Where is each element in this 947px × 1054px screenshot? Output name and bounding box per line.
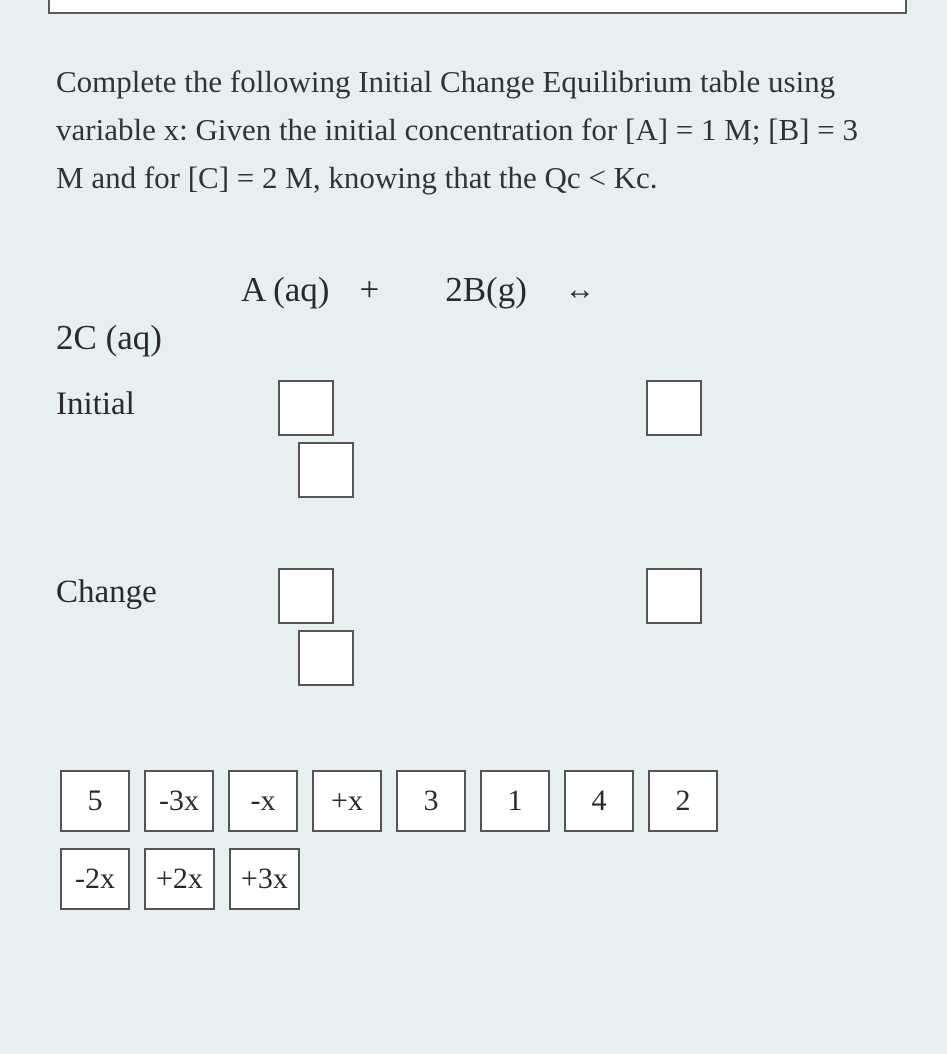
change-row: Change bbox=[56, 568, 891, 708]
equation-row: A (aq) + 2B(g) ↔ 2C (aq) bbox=[56, 270, 891, 358]
bank-item[interactable]: -2x bbox=[60, 848, 130, 910]
drop-slot-initial-b[interactable] bbox=[646, 380, 702, 436]
bank-item[interactable]: +x bbox=[312, 770, 382, 832]
bank-item[interactable]: +2x bbox=[144, 848, 215, 910]
bank-item[interactable]: 2 bbox=[648, 770, 718, 832]
drop-slot-change-b[interactable] bbox=[646, 568, 702, 624]
initial-row: Initial bbox=[56, 380, 891, 520]
plus-sign: + bbox=[359, 270, 379, 310]
answer-bank-row-1: 5 -3x -x +x 3 1 4 2 bbox=[56, 770, 891, 832]
initial-label: Initial bbox=[56, 380, 256, 423]
question-text: Complete the following Initial Change Eq… bbox=[56, 58, 891, 202]
bank-item[interactable]: 4 bbox=[564, 770, 634, 832]
bank-item[interactable]: +3x bbox=[229, 848, 300, 910]
change-label: Change bbox=[56, 568, 256, 611]
content-area: Complete the following Initial Change Eq… bbox=[0, 0, 947, 910]
top-frame-border bbox=[48, 0, 907, 14]
arrow-icon: ↔ bbox=[565, 273, 595, 307]
answer-bank-row-2: -2x +2x +3x bbox=[56, 848, 891, 910]
bank-item[interactable]: 3 bbox=[396, 770, 466, 832]
drop-slot-initial-a-1[interactable] bbox=[278, 380, 334, 436]
bank-item[interactable]: -x bbox=[228, 770, 298, 832]
bank-item[interactable]: -3x bbox=[144, 770, 214, 832]
term-c: 2C (aq) bbox=[56, 318, 891, 358]
drop-slot-change-a-1[interactable] bbox=[278, 568, 334, 624]
equation-line-1: A (aq) + 2B(g) ↔ bbox=[56, 270, 891, 310]
drop-slot-initial-a-2[interactable] bbox=[298, 442, 354, 498]
ice-table: Initial Change bbox=[56, 380, 891, 708]
initial-a-slots bbox=[256, 380, 376, 520]
drop-slot-change-a-2[interactable] bbox=[298, 630, 354, 686]
bank-item[interactable]: 1 bbox=[480, 770, 550, 832]
change-a-slots bbox=[256, 568, 376, 708]
bank-item[interactable]: 5 bbox=[60, 770, 130, 832]
term-b: 2B(g) bbox=[445, 270, 527, 310]
term-a: A (aq) bbox=[241, 270, 329, 310]
